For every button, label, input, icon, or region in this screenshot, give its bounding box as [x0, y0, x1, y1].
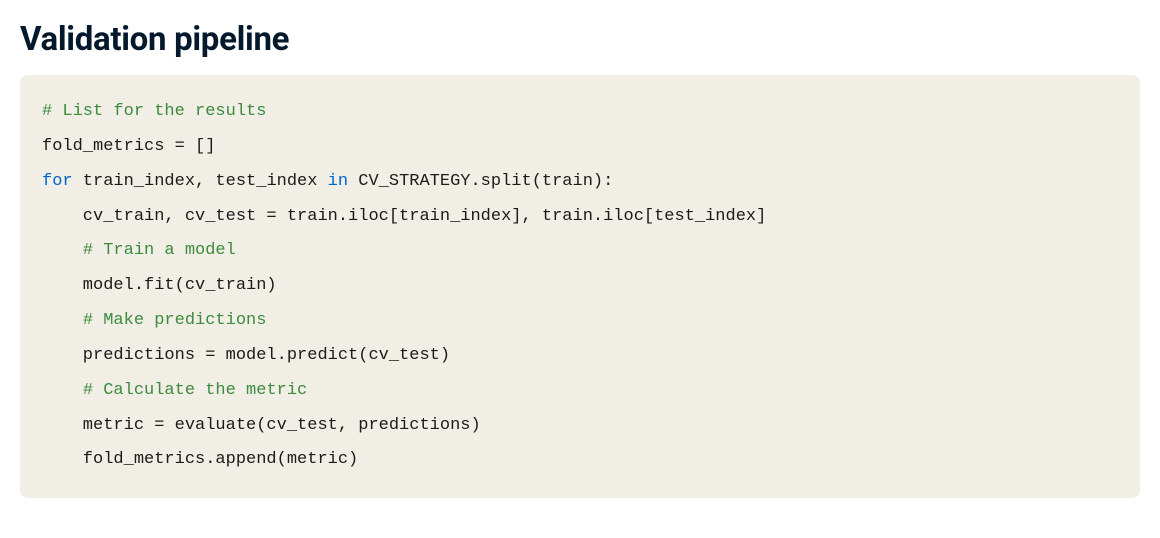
code-token: CV_STRATEGY.split(train): [348, 172, 613, 191]
code-token: model.fit(cv_train) [42, 276, 277, 295]
code-token: for [42, 172, 73, 191]
code-token: fold_metrics = [] [42, 137, 215, 156]
code-token [42, 241, 83, 260]
code-token: cv_train, cv_test = train.iloc[train_ind… [42, 207, 766, 226]
code-token: in [328, 172, 348, 191]
code-token: # Train a model [83, 241, 236, 260]
code-token: # List for the results [42, 102, 266, 121]
code-token: fold_metrics.append(metric) [42, 450, 358, 469]
section-heading: Validation pipeline [20, 20, 1140, 59]
code-token: predictions = model.predict(cv_test) [42, 346, 450, 365]
code-token: train_index, test_index [73, 172, 328, 191]
code-token [42, 381, 83, 400]
code-token: # Calculate the metric [83, 381, 307, 400]
code-block: # List for the results fold_metrics = []… [20, 75, 1140, 498]
code-token [42, 311, 83, 330]
code-token: metric = evaluate(cv_test, predictions) [42, 416, 481, 435]
code-token: # Make predictions [83, 311, 267, 330]
